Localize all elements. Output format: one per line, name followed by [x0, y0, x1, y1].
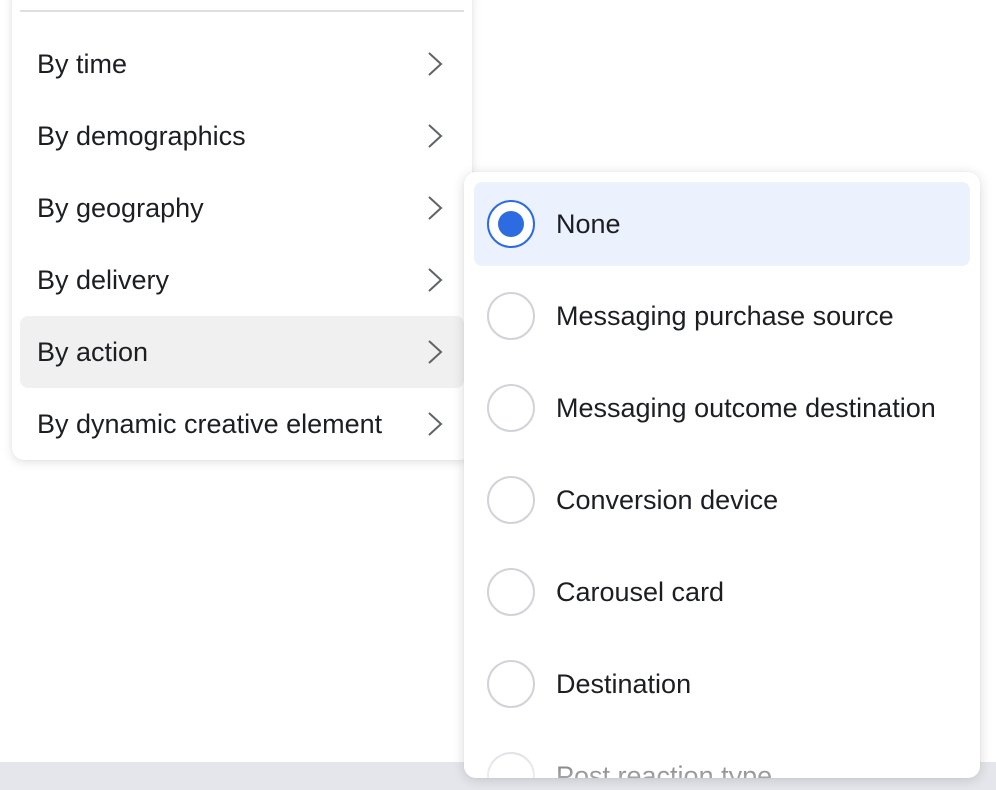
menu-item-by-delivery[interactable]: By delivery — [20, 244, 464, 316]
option-messaging-outcome-destination[interactable]: Messaging outcome destination — [474, 366, 970, 450]
action-breakdown-submenu: None Messaging purchase source Messaging… — [464, 172, 980, 778]
option-label: Messaging purchase source — [556, 301, 894, 331]
chevron-right-icon — [428, 412, 443, 436]
chevron-right-icon — [428, 124, 443, 148]
menu-item-by-dynamic-creative-element[interactable]: By dynamic creative element — [20, 388, 464, 460]
chevron-right-icon — [428, 268, 443, 292]
menu-item-label: By demographics — [37, 121, 246, 151]
radio-button[interactable] — [487, 660, 535, 708]
option-label: Destination — [556, 669, 692, 699]
menu-item-label: By delivery — [37, 265, 170, 295]
radio-button[interactable] — [487, 476, 535, 524]
chevron-right-icon — [428, 196, 443, 220]
option-label: None — [556, 209, 621, 239]
option-none[interactable]: None — [474, 182, 970, 266]
menu-item-by-geography[interactable]: By geography — [20, 172, 464, 244]
option-carousel-card[interactable]: Carousel card — [474, 550, 970, 634]
radio-selected-dot — [498, 211, 524, 237]
menu-divider — [20, 10, 464, 12]
option-post-reaction-type[interactable]: Post reaction type — [474, 734, 970, 778]
menu-item-label: By action — [37, 337, 149, 367]
breakdown-menu: By time By demographics By geography By … — [12, 0, 472, 460]
option-label: Messaging outcome destination — [556, 393, 936, 423]
chevron-right-icon — [428, 52, 443, 76]
menu-item-label: By time — [37, 49, 128, 79]
menu-item-by-action[interactable]: By action — [20, 316, 464, 388]
menu-item-label: By dynamic creative element — [37, 409, 383, 439]
option-conversion-device[interactable]: Conversion device — [474, 458, 970, 542]
radio-button[interactable] — [487, 752, 535, 778]
option-label: Post reaction type — [556, 761, 773, 778]
radio-button[interactable] — [487, 568, 535, 616]
radio-button[interactable] — [487, 200, 535, 248]
menu-item-by-time[interactable]: By time — [20, 28, 464, 100]
radio-button[interactable] — [487, 384, 535, 432]
option-label: Conversion device — [556, 485, 779, 515]
chevron-right-icon — [428, 340, 443, 364]
menu-item-by-demographics[interactable]: By demographics — [20, 100, 464, 172]
option-destination[interactable]: Destination — [474, 642, 970, 726]
radio-button[interactable] — [487, 292, 535, 340]
option-label: Carousel card — [556, 577, 725, 607]
menu-item-label: By geography — [37, 193, 204, 223]
option-messaging-purchase-source[interactable]: Messaging purchase source — [474, 274, 970, 358]
